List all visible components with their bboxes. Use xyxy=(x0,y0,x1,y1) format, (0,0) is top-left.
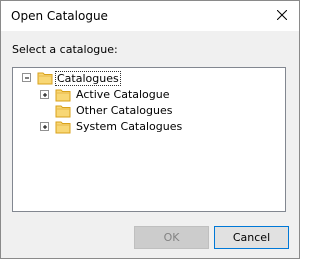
expand-icon[interactable] xyxy=(40,90,49,99)
tree-node-system-catalogues[interactable]: System Catalogues xyxy=(13,119,233,135)
close-icon xyxy=(276,9,288,23)
ok-button[interactable]: OK xyxy=(134,226,209,249)
close-button[interactable] xyxy=(265,1,299,31)
tree-node-active-catalogue[interactable]: Active Catalogue xyxy=(13,87,233,103)
expand-icon[interactable] xyxy=(40,122,49,131)
tree-node-label: Catalogues xyxy=(55,71,121,86)
catalogue-tree[interactable]: Catalogues Active Catalogue Other Catalo… xyxy=(12,67,286,212)
tree-node-label: Active Catalogue xyxy=(76,88,170,101)
tree-node-label: Other Catalogues xyxy=(76,104,173,117)
folder-icon xyxy=(37,71,53,85)
tree-node-other-catalogues[interactable]: Other Catalogues xyxy=(13,103,233,119)
select-catalogue-label: Select a catalogue: xyxy=(12,43,118,56)
folder-icon xyxy=(55,120,71,134)
tree-node-label: System Catalogues xyxy=(76,120,183,133)
window-title: Open Catalogue xyxy=(11,9,108,23)
collapse-icon[interactable] xyxy=(22,73,31,82)
open-catalogue-dialog: Open Catalogue Select a catalogue: Catal… xyxy=(0,0,300,259)
folder-icon xyxy=(55,104,71,118)
folder-icon xyxy=(55,88,71,102)
cancel-button[interactable]: Cancel xyxy=(214,226,289,249)
title-bar[interactable]: Open Catalogue xyxy=(1,1,299,31)
tree-node-catalogues[interactable]: Catalogues xyxy=(13,70,213,86)
